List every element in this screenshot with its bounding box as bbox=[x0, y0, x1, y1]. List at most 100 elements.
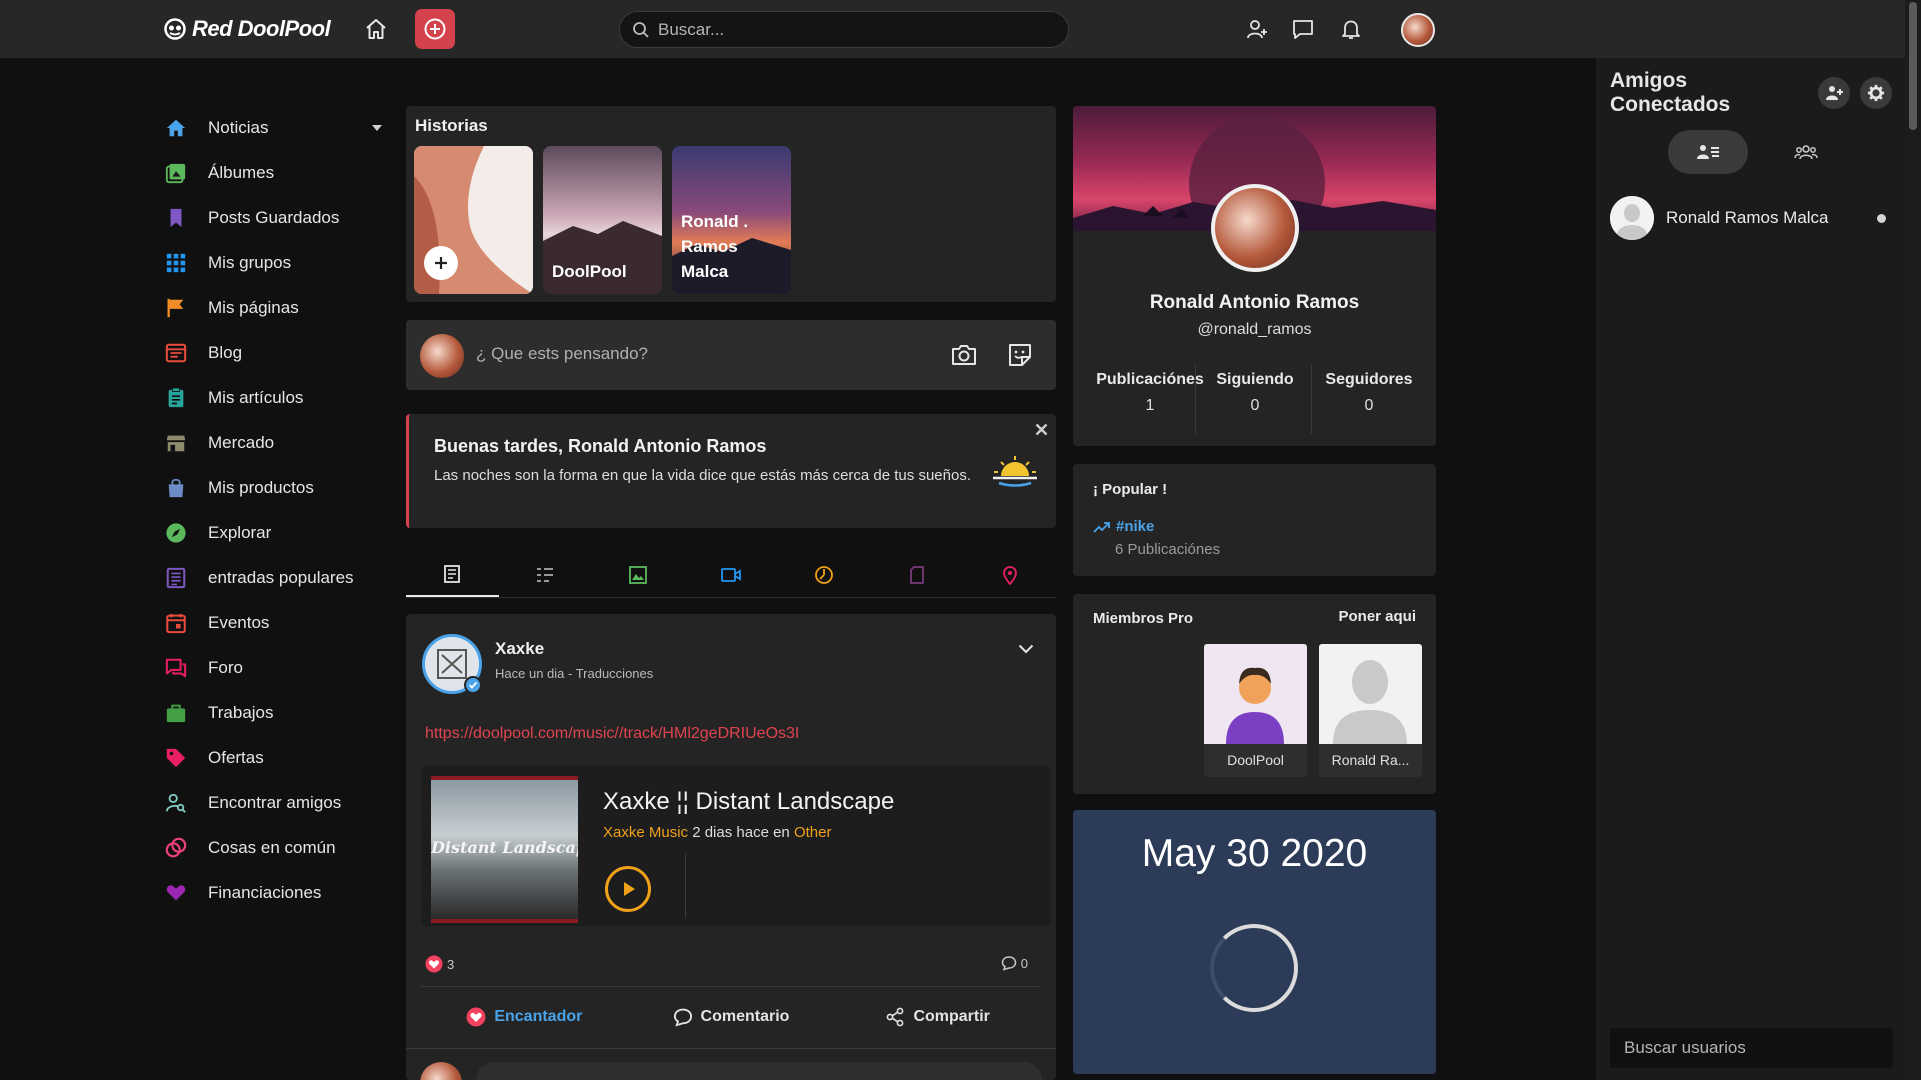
music-cover-title: Distant Landscape bbox=[431, 838, 578, 857]
post-options-button[interactable] bbox=[1018, 644, 1034, 654]
tab-all[interactable] bbox=[406, 552, 499, 597]
music-artist[interactable]: Xaxke Music bbox=[603, 824, 688, 841]
home-button[interactable] bbox=[361, 14, 391, 44]
friend-requests-button[interactable] bbox=[1242, 14, 1272, 44]
sidebar-item-mis-paginas[interactable]: Mis páginas bbox=[164, 285, 394, 330]
sidebar-item-mis-articulos[interactable]: Mis artículos bbox=[164, 375, 394, 420]
story-doolpool[interactable]: DoolPool bbox=[543, 146, 662, 294]
pro-member-tile[interactable]: Ronald Ra... bbox=[1319, 644, 1422, 777]
albums-icon bbox=[164, 161, 188, 185]
close-button[interactable] bbox=[1032, 420, 1050, 438]
notifications-button[interactable] bbox=[1336, 14, 1366, 44]
story-label: DoolPool bbox=[552, 262, 627, 281]
sidebar-item-financiaciones[interactable]: Financiaciones bbox=[164, 870, 394, 915]
story-ronald[interactable]: Ronald . Ramos Malca bbox=[672, 146, 791, 294]
sidebar-item-encontrar-amigos[interactable]: Encontrar amigos bbox=[164, 780, 394, 825]
sidebar-item-blog[interactable]: Blog bbox=[164, 330, 394, 375]
tab-files[interactable] bbox=[870, 552, 963, 597]
post-author-name[interactable]: Xaxke bbox=[495, 639, 544, 659]
stat-value: 0 bbox=[1364, 397, 1374, 414]
popular-tag[interactable]: #nike bbox=[1093, 518, 1154, 535]
comment-summary[interactable]: 0 bbox=[1001, 955, 1028, 971]
comment-input[interactable] bbox=[476, 1062, 1042, 1080]
tab-groups[interactable] bbox=[1766, 130, 1846, 174]
sidebar-item-albumes[interactable]: Álbumes bbox=[164, 150, 394, 195]
sidebar-item-ofertas[interactable]: Ofertas bbox=[164, 735, 394, 780]
pro-members-link[interactable]: Poner aqui bbox=[1338, 608, 1416, 625]
tab-places[interactable] bbox=[963, 552, 1056, 597]
search-box[interactable] bbox=[619, 11, 1069, 48]
sticker-button[interactable] bbox=[1006, 341, 1034, 369]
sidebar-item-mis-productos[interactable]: Mis productos bbox=[164, 465, 394, 510]
post-link[interactable]: https://doolpool.com/music//track/HMl2ge… bbox=[425, 725, 799, 743]
stat-siguiendo[interactable]: Siguiendo 0 bbox=[1205, 371, 1305, 415]
play-button[interactable] bbox=[605, 866, 651, 912]
sidebar-item-cosas-en-comun[interactable]: Cosas en común bbox=[164, 825, 394, 870]
composer-placeholder[interactable]: ¿ Que ests pensando? bbox=[476, 344, 648, 364]
sidebar-item-noticias[interactable]: Noticias bbox=[164, 105, 394, 150]
sidebar-item-entradas-populares[interactable]: entradas populares bbox=[164, 555, 394, 600]
create-button[interactable] bbox=[415, 9, 455, 49]
divider bbox=[685, 854, 686, 918]
music-title[interactable]: Xaxke ¦¦ Distant Landscape bbox=[603, 788, 894, 816]
page-scrollbar[interactable] bbox=[1905, 0, 1921, 1080]
love-button[interactable]: Encantador bbox=[421, 987, 628, 1046]
sidebar-item-posts-guardados[interactable]: Posts Guardados bbox=[164, 195, 394, 240]
search-users-input[interactable] bbox=[1610, 1028, 1893, 1068]
pro-member-avatar bbox=[1204, 644, 1307, 744]
story-create[interactable] bbox=[414, 146, 533, 294]
add-friend-button[interactable] bbox=[1818, 77, 1850, 109]
add-story-button[interactable] bbox=[424, 246, 458, 280]
sidebar-item-trabajos[interactable]: Trabajos bbox=[164, 690, 394, 735]
messages-button[interactable] bbox=[1288, 14, 1318, 44]
comment-button[interactable]: Comentario bbox=[628, 987, 835, 1046]
sidebar-item-foro[interactable]: Foro bbox=[164, 645, 394, 690]
groups-icon bbox=[164, 251, 188, 275]
friend-item[interactable]: Ronald Ramos Malca bbox=[1610, 196, 1900, 240]
friend-name: Ronald Ramos Malca bbox=[1666, 208, 1829, 227]
pro-member-tile[interactable]: DoolPool bbox=[1204, 644, 1307, 777]
music-cover[interactable]: Distant Landscape bbox=[431, 776, 578, 923]
profile-name[interactable]: Ronald Antonio Ramos bbox=[1073, 292, 1436, 314]
stat-value: 0 bbox=[1250, 397, 1260, 414]
message-icon bbox=[1293, 20, 1313, 39]
tab-music[interactable] bbox=[777, 552, 870, 597]
post-composer[interactable]: ¿ Que ests pensando? bbox=[406, 320, 1056, 390]
group-icon bbox=[1794, 145, 1818, 160]
sidebar-item-label: Álbumes bbox=[208, 162, 275, 182]
sidebar-item-label: Mis páginas bbox=[208, 297, 299, 317]
settings-button[interactable] bbox=[1860, 77, 1892, 109]
reaction-summary[interactable]: 3 bbox=[425, 955, 454, 973]
composer-avatar bbox=[420, 334, 464, 378]
tab-videos[interactable] bbox=[685, 552, 778, 597]
logo[interactable]: Red DoolPool bbox=[164, 16, 331, 42]
camera-icon bbox=[952, 345, 976, 365]
stat-publicaciones[interactable]: Publicaciónes 1 bbox=[1095, 371, 1205, 415]
sidebar-item-label: Blog bbox=[208, 342, 243, 362]
scrollbar-thumb[interactable] bbox=[1909, 2, 1917, 130]
search-input[interactable] bbox=[658, 19, 1038, 40]
post-author-avatar[interactable] bbox=[422, 634, 482, 694]
sidebar-item-mis-grupos[interactable]: Mis grupos bbox=[164, 240, 394, 285]
tab-text[interactable] bbox=[499, 552, 592, 597]
profile-avatar[interactable] bbox=[1211, 184, 1299, 272]
share-label: Compartir bbox=[913, 1007, 990, 1025]
sidebar-item-explorar[interactable]: Explorar bbox=[164, 510, 394, 555]
share-button[interactable]: Compartir bbox=[834, 987, 1041, 1046]
friends-panel: Amigos Conectados Ronald Ramos Malca bbox=[1596, 58, 1905, 1080]
video-icon bbox=[721, 567, 741, 582]
user-avatar[interactable] bbox=[1401, 13, 1435, 47]
flag-icon bbox=[164, 296, 188, 320]
music-category[interactable]: Other bbox=[794, 824, 832, 841]
sidebar-item-label: Mis productos bbox=[208, 477, 314, 497]
sidebar-item-mercado[interactable]: Mercado bbox=[164, 420, 394, 465]
tab-photos[interactable] bbox=[592, 552, 685, 597]
stat-seguidores[interactable]: Seguidores 0 bbox=[1319, 371, 1419, 415]
photo-button[interactable] bbox=[950, 341, 978, 369]
briefcase-icon bbox=[164, 701, 188, 725]
common-icon bbox=[164, 836, 188, 860]
tab-online-friends[interactable] bbox=[1668, 130, 1748, 174]
sidebar-item-eventos[interactable]: Eventos bbox=[164, 600, 394, 645]
divider bbox=[1195, 364, 1196, 434]
chevron-down-icon[interactable] bbox=[372, 125, 382, 131]
